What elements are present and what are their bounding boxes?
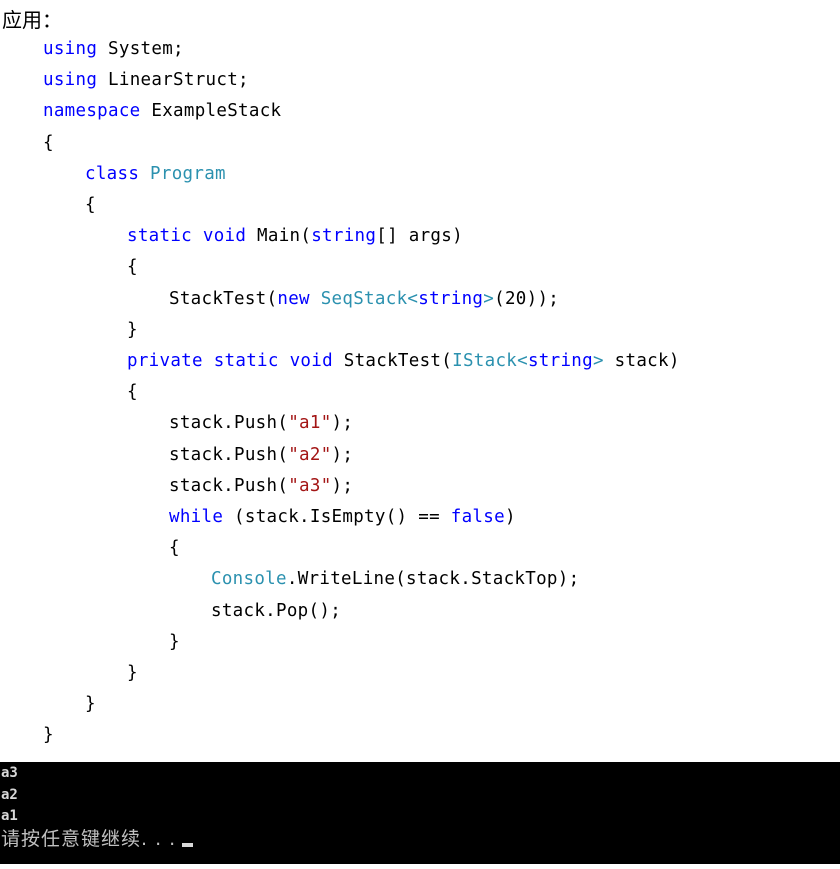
- code-token: {: [43, 132, 54, 153]
- code-line: {: [127, 254, 138, 280]
- code-token: stack): [603, 351, 680, 371]
- console-output-line: a2: [1, 787, 18, 803]
- code-token: LinearStruct;: [97, 70, 249, 91]
- code-token: {: [127, 382, 138, 403]
- code-token: }: [43, 725, 54, 746]
- code-token: }: [127, 319, 138, 340]
- code-line: static void Main(string[] args): [127, 223, 463, 249]
- code-token: Main(: [246, 226, 312, 247]
- code-token: stack.Push(: [169, 475, 289, 496]
- code-token: Program: [150, 163, 226, 184]
- code-token: {: [127, 257, 138, 278]
- code-token: void: [289, 351, 333, 371]
- code-token: while: [169, 507, 224, 527]
- code-token: <: [407, 288, 419, 309]
- code-token: {: [85, 195, 96, 215]
- code-token: void: [202, 226, 247, 247]
- code-token: using: [43, 70, 98, 91]
- code-line: {: [85, 192, 96, 218]
- code-block: using System; using LinearStruct; namespac…: [0, 0, 840, 760]
- code-line: using System;: [43, 36, 184, 62]
- code-token: (stack.IsEmpty() ==: [223, 507, 451, 527]
- code-token: ExampleStack: [140, 101, 282, 122]
- code-token: );: [331, 413, 354, 434]
- code-token: namespace: [43, 101, 141, 122]
- code-token: stack.Push(: [169, 444, 289, 465]
- code-token: SeqStack: [320, 288, 408, 309]
- console-output-line: a1: [1, 808, 18, 824]
- code-token: new: [277, 288, 310, 309]
- code-token: [] args): [376, 226, 463, 247]
- code-line: namespace ExampleStack: [43, 98, 281, 124]
- code-line: class Program: [85, 161, 226, 187]
- code-line: StackTest(new SeqStack<string>(20));: [169, 286, 559, 312]
- console-window: a3 a2 a1 请按任意键继续. . .: [0, 762, 840, 864]
- console-prompt-text: 请按任意键继续. . .: [1, 828, 177, 850]
- code-token: static: [127, 226, 193, 247]
- code-line: }: [127, 317, 138, 343]
- code-line: }: [169, 629, 180, 655]
- code-token: using: [43, 39, 98, 59]
- code-token: string: [311, 226, 377, 247]
- code-token: {: [169, 538, 180, 559]
- code-token: "a1": [288, 413, 332, 434]
- code-line: stack.Push("a2");: [169, 442, 353, 468]
- code-token: }: [127, 663, 138, 683]
- code-token: >: [592, 351, 604, 371]
- code-token: "a2": [288, 444, 332, 465]
- code-token: class: [85, 163, 140, 184]
- code-line: {: [169, 535, 180, 561]
- code-line: stack.Pop();: [211, 598, 341, 624]
- code-token: IStack: [452, 351, 518, 371]
- code-token: <: [517, 351, 528, 371]
- code-token: false: [450, 507, 505, 527]
- code-line: stack.Push("a3");: [169, 473, 353, 499]
- code-token: (20));: [494, 288, 560, 309]
- code-token: .WriteLine(stack.StackTop);: [286, 569, 580, 590]
- console-prompt: 请按任意键继续. . .: [1, 824, 194, 851]
- code-token: "a3": [288, 475, 332, 496]
- code-token: string: [418, 288, 484, 309]
- code-line: stack.Push("a1");: [169, 410, 353, 436]
- code-token: stack.Pop();: [211, 600, 342, 621]
- code-line: using LinearStruct;: [43, 67, 249, 93]
- code-token: stack.Push(: [169, 413, 289, 434]
- code-line: while (stack.IsEmpty() == false): [169, 504, 516, 530]
- code-line: private static void StackTest(IStack<str…: [127, 348, 680, 374]
- code-line: Console.WriteLine(stack.StackTop);: [211, 566, 579, 592]
- code-token: >: [483, 288, 495, 309]
- code-line: }: [85, 691, 96, 717]
- code-line: }: [127, 660, 138, 686]
- code-token: );: [331, 475, 354, 496]
- code-token: System;: [97, 39, 184, 59]
- code-line: {: [127, 379, 138, 405]
- console-output-line: a3: [1, 765, 18, 781]
- code-token: Console: [211, 569, 287, 590]
- code-token: static: [213, 351, 279, 371]
- code-token: ): [504, 507, 516, 527]
- code-line: {: [43, 130, 54, 156]
- code-token: string: [527, 351, 593, 371]
- code-line: }: [43, 722, 54, 748]
- code-token: StackTest(: [169, 288, 278, 309]
- code-token: }: [169, 631, 180, 652]
- code-token: private: [127, 351, 203, 371]
- cursor-icon: [182, 843, 194, 847]
- code-token: StackTest(: [332, 351, 453, 371]
- code-token: );: [331, 444, 354, 465]
- code-token: }: [85, 694, 96, 715]
